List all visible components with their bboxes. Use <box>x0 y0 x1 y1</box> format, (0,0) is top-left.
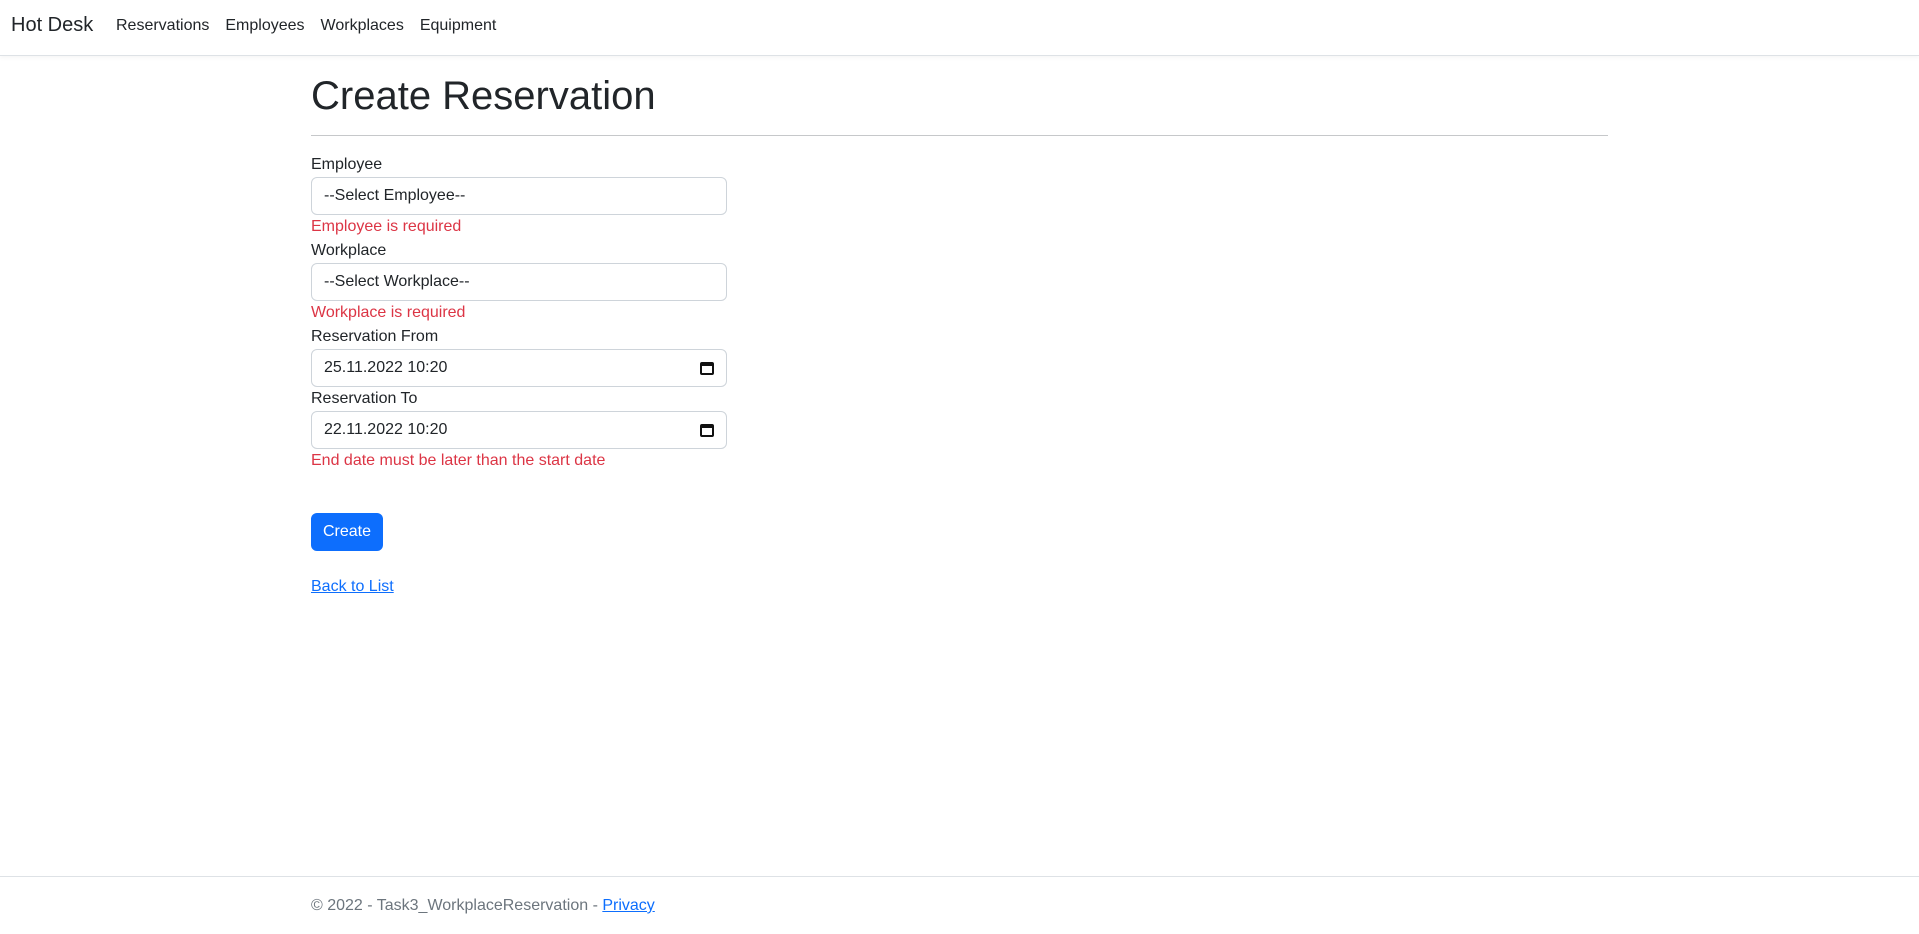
create-button[interactable]: Create <box>311 513 383 551</box>
calendar-icon[interactable] <box>700 361 714 375</box>
reservation-to-value: 22.11.2022 10:20 <box>324 421 448 438</box>
workplace-label: Workplace <box>311 242 387 259</box>
title-divider <box>311 135 1608 136</box>
nav-link-workplaces[interactable]: Workplaces <box>321 17 404 35</box>
reservation-from-value: 25.11.2022 10:20 <box>324 359 448 376</box>
workplace-select[interactable]: --Select Workplace-- <box>311 263 727 301</box>
reservation-to-error: End date must be later than the start da… <box>311 452 606 469</box>
employee-error: Employee is required <box>311 218 462 235</box>
footer: © 2022 - Task3_WorkplaceReservation - Pr… <box>0 876 1919 934</box>
reservation-from-input[interactable]: 25.11.2022 10:20 <box>311 349 727 387</box>
footer-copyright: © 2022 - Task3_WorkplaceReservation - <box>311 897 603 914</box>
employee-label: Employee <box>311 156 383 173</box>
footer-text-container: © 2022 - Task3_WorkplaceReservation - Pr… <box>311 897 655 915</box>
employee-select-value: --Select Employee-- <box>324 187 466 204</box>
page-title: Create Reservation <box>311 74 656 118</box>
privacy-link[interactable]: Privacy <box>602 897 654 914</box>
reservation-to-label: Reservation To <box>311 390 418 407</box>
nav-link-reservations[interactable]: Reservations <box>116 17 209 35</box>
nav-link-employees[interactable]: Employees <box>225 17 304 35</box>
reservation-to-input[interactable]: 22.11.2022 10:20 <box>311 411 727 449</box>
employee-select[interactable]: --Select Employee-- <box>311 177 727 215</box>
top-navbar: Hot Desk Reservations Employees Workplac… <box>0 0 1919 56</box>
nav-links: Reservations Employees Workplaces Equipm… <box>116 17 512 35</box>
nav-link-equipment[interactable]: Equipment <box>420 17 497 35</box>
calendar-icon[interactable] <box>700 423 714 437</box>
workplace-select-value: --Select Workplace-- <box>324 273 470 290</box>
back-to-list-link[interactable]: Back to List <box>311 578 394 596</box>
workplace-error: Workplace is required <box>311 304 466 321</box>
reservation-from-label: Reservation From <box>311 328 439 345</box>
brand-link[interactable]: Hot Desk <box>11 14 93 37</box>
